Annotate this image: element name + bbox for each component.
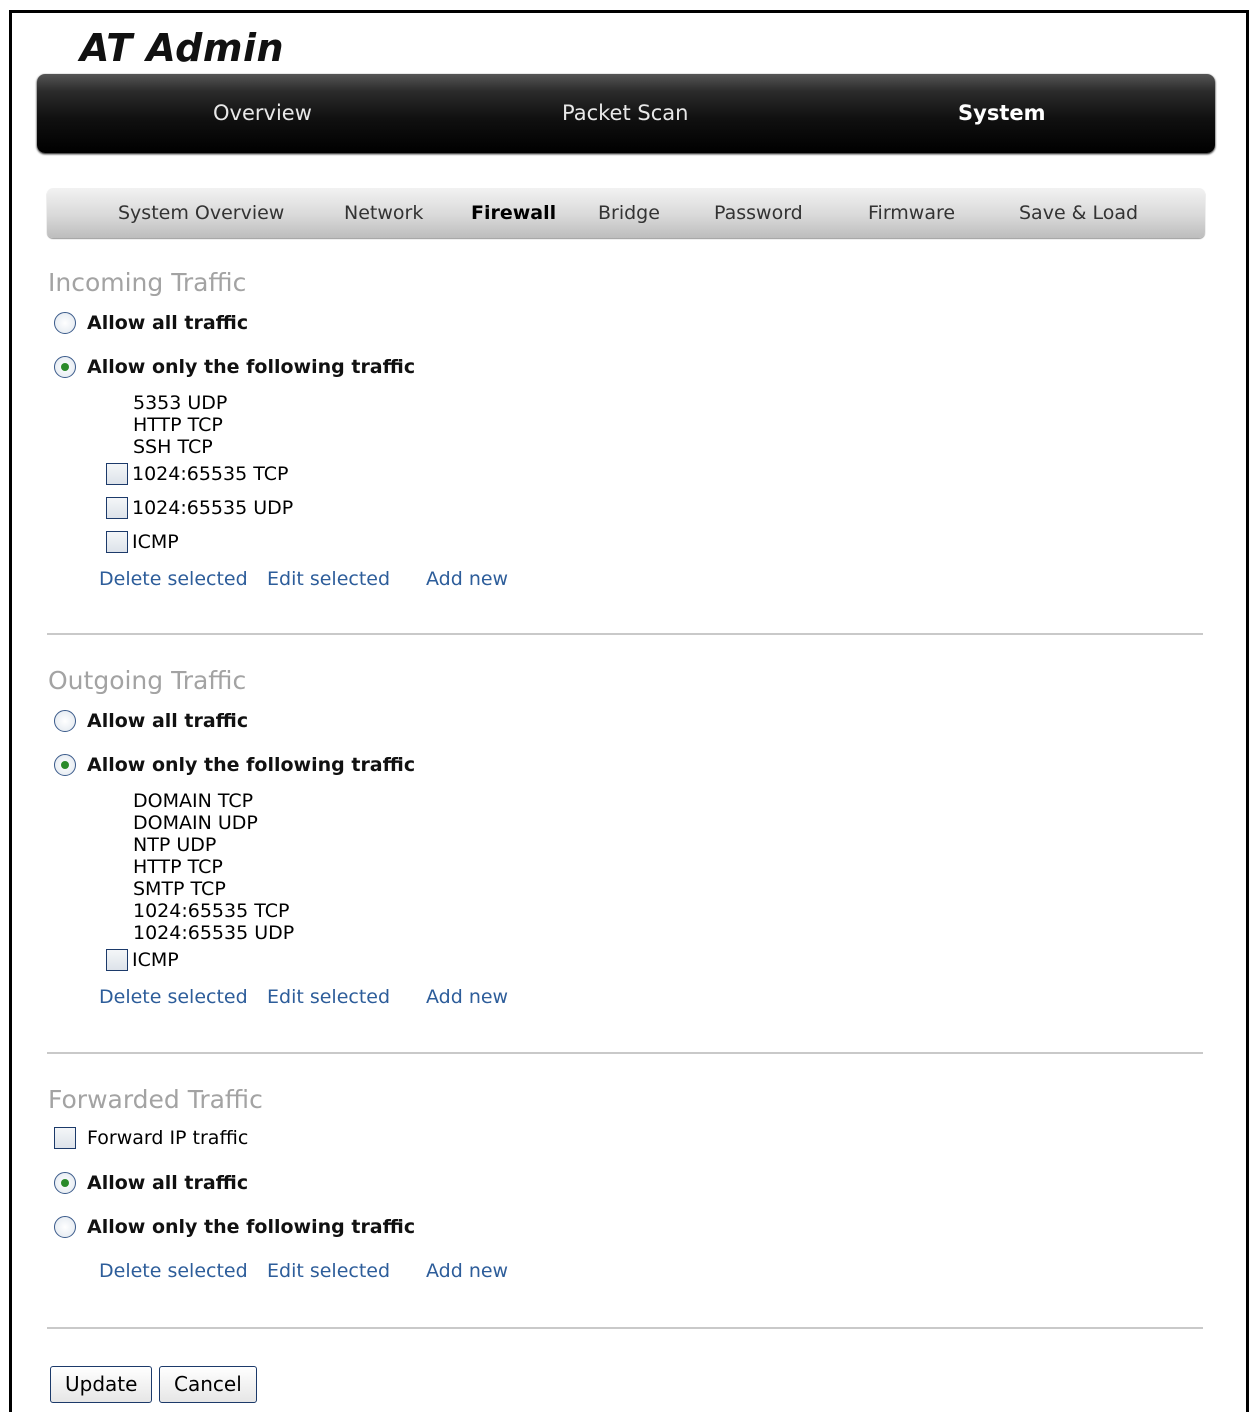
outgoing-allow-all-radio[interactable] <box>54 710 76 732</box>
forward-ip-option[interactable]: Forward IP traffic <box>54 1127 248 1149</box>
outgoing-rule-1: DOMAIN TCP <box>133 790 254 812</box>
incoming-add-new-link[interactable]: Add new <box>426 568 508 590</box>
outgoing-allow-only-label: Allow only the following traffic <box>87 754 416 776</box>
top-nav: Overview Packet Scan System <box>37 74 1215 153</box>
tab-system[interactable]: System <box>958 74 1045 153</box>
incoming-allow-only-radio[interactable] <box>54 356 76 378</box>
tab-packet-scan[interactable]: Packet Scan <box>562 74 688 153</box>
forwarded-allow-only-option[interactable]: Allow only the following traffic <box>54 1215 415 1239</box>
subtab-system-overview[interactable]: System Overview <box>118 188 284 238</box>
tab-overview[interactable]: Overview <box>213 74 312 153</box>
incoming-rule-checkbox-label: 1024:65535 UDP <box>132 497 294 519</box>
incoming-rule-1: 5353 UDP <box>133 392 228 414</box>
outgoing-rule-7: 1024:65535 UDP <box>133 922 295 944</box>
incoming-rule-2: HTTP TCP <box>133 414 223 436</box>
outgoing-rule-6: 1024:65535 TCP <box>133 900 290 922</box>
incoming-delete-selected-link[interactable]: Delete selected <box>99 568 248 590</box>
incoming-rule-checkbox[interactable] <box>106 531 128 553</box>
forwarded-allow-all-option[interactable]: Allow all traffic <box>54 1171 248 1195</box>
subtab-save-load[interactable]: Save & Load <box>1019 188 1138 238</box>
incoming-rule-checkbox-row[interactable]: 1024:65535 TCP <box>106 463 288 485</box>
outgoing-rule-3: NTP UDP <box>133 834 217 856</box>
section-divider <box>47 1327 1203 1329</box>
incoming-rule-checkbox[interactable] <box>106 497 128 519</box>
forwarded-allow-only-radio[interactable] <box>54 1216 76 1238</box>
subtab-network[interactable]: Network <box>344 188 423 238</box>
cancel-button[interactable]: Cancel <box>159 1366 257 1403</box>
forward-ip-checkbox[interactable] <box>54 1127 76 1149</box>
incoming-rule-checkbox-label: 1024:65535 TCP <box>132 463 289 485</box>
incoming-allow-only-label: Allow only the following traffic <box>87 356 416 378</box>
subtab-firmware[interactable]: Firmware <box>868 188 955 238</box>
outgoing-allow-all-label: Allow all traffic <box>87 710 249 732</box>
outgoing-traffic-heading: Outgoing Traffic <box>48 666 247 695</box>
incoming-rule-checkbox-label: ICMP <box>132 531 179 553</box>
subtab-firewall[interactable]: Firewall <box>471 188 556 238</box>
outgoing-add-new-link[interactable]: Add new <box>426 986 508 1008</box>
outgoing-delete-selected-link[interactable]: Delete selected <box>99 986 248 1008</box>
incoming-rule-checkbox-row[interactable]: 1024:65535 UDP <box>106 497 293 519</box>
incoming-traffic-heading: Incoming Traffic <box>48 268 247 297</box>
section-divider <box>47 633 1203 635</box>
forwarded-allow-all-radio[interactable] <box>54 1172 76 1194</box>
outgoing-rule-checkbox-label: ICMP <box>132 949 179 971</box>
incoming-allow-all-option[interactable]: Allow all traffic <box>54 311 248 335</box>
forwarded-allow-all-label: Allow all traffic <box>87 1172 249 1194</box>
outgoing-rule-checkbox-row[interactable]: ICMP <box>106 949 179 971</box>
outgoing-rule-5: SMTP TCP <box>133 878 226 900</box>
incoming-allow-all-radio[interactable] <box>54 312 76 334</box>
incoming-rule-checkbox[interactable] <box>106 463 128 485</box>
forwarded-delete-selected-link[interactable]: Delete selected <box>99 1260 248 1282</box>
incoming-rule-checkbox-row[interactable]: ICMP <box>106 531 179 553</box>
outgoing-rule-checkbox[interactable] <box>106 949 128 971</box>
forwarded-allow-only-label: Allow only the following traffic <box>87 1216 416 1238</box>
outgoing-edit-selected-link[interactable]: Edit selected <box>267 986 390 1008</box>
forwarded-edit-selected-link[interactable]: Edit selected <box>267 1260 390 1282</box>
sub-nav: System Overview Network Firewall Bridge … <box>47 188 1205 238</box>
forwarded-add-new-link[interactable]: Add new <box>426 1260 508 1282</box>
incoming-edit-selected-link[interactable]: Edit selected <box>267 568 390 590</box>
incoming-rule-3: SSH TCP <box>133 436 213 458</box>
forwarded-traffic-heading: Forwarded Traffic <box>48 1085 263 1114</box>
outgoing-rule-4: HTTP TCP <box>133 856 223 878</box>
outgoing-rule-2: DOMAIN UDP <box>133 812 258 834</box>
section-divider <box>47 1052 1203 1054</box>
app-title: AT Admin <box>80 26 285 70</box>
incoming-allow-all-label: Allow all traffic <box>87 312 249 334</box>
update-button[interactable]: Update <box>50 1366 153 1403</box>
outgoing-allow-all-option[interactable]: Allow all traffic <box>54 709 248 733</box>
outgoing-allow-only-option[interactable]: Allow only the following traffic <box>54 753 415 777</box>
incoming-allow-only-option[interactable]: Allow only the following traffic <box>54 355 415 379</box>
subtab-password[interactable]: Password <box>714 188 803 238</box>
forward-ip-label: Forward IP traffic <box>87 1127 249 1149</box>
subtab-bridge[interactable]: Bridge <box>598 188 660 238</box>
outgoing-allow-only-radio[interactable] <box>54 754 76 776</box>
